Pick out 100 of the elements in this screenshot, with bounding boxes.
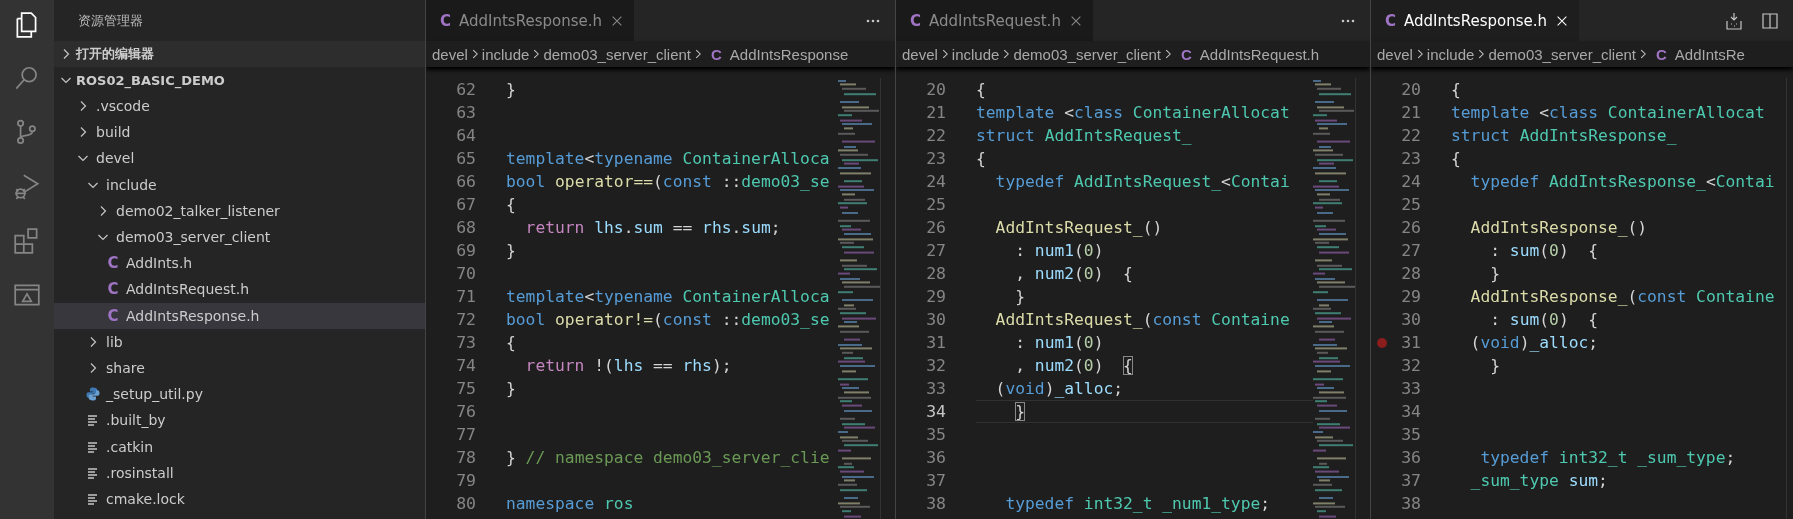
section-header[interactable]: 打开的编辑器 xyxy=(54,41,425,67)
line-number: 34 xyxy=(925,402,946,421)
line-number: 34 xyxy=(1400,402,1421,421)
line-number: 23 xyxy=(1400,149,1421,168)
code-line: } xyxy=(506,379,516,398)
tree-item[interactable]: devel xyxy=(54,145,425,172)
breadcrumb-item[interactable]: demo03_server_client xyxy=(543,45,691,63)
code-line: : num1(0) xyxy=(1014,333,1104,352)
run-debug-icon[interactable] xyxy=(12,172,42,202)
line-number: 36 xyxy=(925,448,946,467)
line-number: 31 xyxy=(925,333,946,352)
line-number: 66 xyxy=(455,172,476,191)
breadcrumb-item[interactable]: devel xyxy=(432,45,468,63)
tree-item[interactable]: .vscode xyxy=(54,93,425,120)
line-number: 29 xyxy=(925,287,946,306)
code-line: AddIntsResponse_(const Containe xyxy=(1469,287,1775,306)
line-number: 23 xyxy=(925,149,946,168)
python-icon xyxy=(85,386,101,403)
editor-tab[interactable]: C AddIntsResponse.h xyxy=(1371,0,1579,41)
line-number: 77 xyxy=(455,425,476,444)
tree-item[interactable]: .rosinstall xyxy=(54,459,425,486)
code-line: typedef int32_t _sum_type; xyxy=(1479,448,1736,467)
line-number: 21 xyxy=(1400,103,1421,122)
line-number: 79 xyxy=(455,471,476,490)
sidebar-title: 资源管理器 xyxy=(78,11,143,30)
breadcrumb-item[interactable]: include xyxy=(1426,45,1475,63)
c-file-icon: C xyxy=(107,306,119,325)
code-line: typedef AddIntsRequest_<Contai xyxy=(994,172,1290,191)
line-number: 27 xyxy=(925,241,946,260)
editor-tab[interactable]: C AddIntsRequest.h xyxy=(896,0,1093,41)
split-editor-icon[interactable] xyxy=(1761,11,1779,30)
breadcrumb-item[interactable]: devel xyxy=(902,45,938,63)
c-file-icon: C xyxy=(1656,45,1667,63)
code-line: : num1(0) xyxy=(1014,241,1104,260)
breadcrumb-item[interactable]: demo03_server_client xyxy=(1013,45,1161,63)
breadcrumb-item[interactable]: include xyxy=(951,45,1000,63)
tree-item[interactable]: lib xyxy=(54,328,425,355)
line-number: 64 xyxy=(455,126,476,145)
editor-tab[interactable]: C AddIntsResponse.h xyxy=(426,0,634,41)
line-number: 35 xyxy=(1400,425,1421,444)
tree-item[interactable]: include xyxy=(54,171,425,198)
code-line: { xyxy=(506,333,516,352)
code-line: : sum(0) { xyxy=(1489,241,1599,260)
line-number: 75 xyxy=(455,379,476,398)
tree-item[interactable]: demo02_talker_listener xyxy=(54,197,425,224)
line-number: 68 xyxy=(455,218,476,237)
code-line: template <class ContainerAllocat xyxy=(1451,103,1765,122)
breadcrumb-item[interactable]: demo03_server_client xyxy=(1488,45,1636,63)
line-number: 74 xyxy=(455,356,476,375)
line-number: 26 xyxy=(1400,218,1421,237)
code-line: template<typename ContainerAlloca xyxy=(506,149,830,168)
tree-item[interactable]: demo03_server_client xyxy=(54,223,425,251)
line-number: 37 xyxy=(925,471,946,490)
breadcrumb-item[interactable]: include xyxy=(481,45,530,63)
code-line: , num2(0) { xyxy=(1014,264,1133,283)
tree-item[interactable]: C AddIntsResponse.h xyxy=(54,302,425,329)
line-number: 38 xyxy=(925,494,946,513)
code-line: { xyxy=(976,80,986,99)
code-line: typedef int32_t _num1_type; xyxy=(1004,494,1271,513)
tree-item[interactable]: build xyxy=(54,119,425,146)
line-number: 38 xyxy=(1400,494,1421,513)
tree-item[interactable]: share xyxy=(54,354,425,382)
tree-item[interactable]: C AddIntsRequest.h xyxy=(54,276,425,303)
line-number: 20 xyxy=(1400,80,1421,99)
breadcrumb-item[interactable]: AddIntsResponse xyxy=(729,45,849,63)
line-number: 25 xyxy=(925,195,946,214)
c-file-icon: C xyxy=(711,45,722,63)
code-line: } xyxy=(506,80,516,99)
breadcrumb-item[interactable]: AddIntsRequest.h xyxy=(1199,45,1320,63)
line-number: 73 xyxy=(455,333,476,352)
tree-item[interactable]: cmake.lock xyxy=(54,485,425,512)
code-line: AddIntsRequest_(const Containe xyxy=(994,310,1290,329)
tray-arrow-icon[interactable] xyxy=(1725,11,1743,30)
line-number: 22 xyxy=(1400,126,1421,145)
code-line: _sum_type sum; xyxy=(1469,471,1608,490)
code-line: (void)_alloc; xyxy=(994,379,1124,398)
line-number: 72 xyxy=(455,310,476,329)
code-line: AddIntsRequest_() xyxy=(994,218,1163,237)
code-line: return !(lhs == rhs); xyxy=(524,356,732,375)
breadcrumb-item[interactable]: devel xyxy=(1377,45,1413,63)
line-number: 62 xyxy=(455,80,476,99)
line-number: 78 xyxy=(455,448,476,467)
code-line: : sum(0) { xyxy=(1489,310,1599,329)
code-line: bool operator!=(const ::demo03_se xyxy=(506,310,830,329)
code-line: template <class ContainerAllocat xyxy=(976,103,1290,122)
line-number: 22 xyxy=(925,126,946,145)
breadcrumb-item[interactable]: AddIntsRe xyxy=(1674,45,1745,63)
tree-item[interactable]: C AddInts.h xyxy=(54,250,425,277)
code-line: namespace ros xyxy=(506,494,634,513)
tree-item[interactable]: .built_by xyxy=(54,407,425,434)
tree-item[interactable]: _setup_util.py xyxy=(54,381,425,408)
line-number: 25 xyxy=(1400,195,1421,214)
line-number: 30 xyxy=(925,310,946,329)
line-number: 36 xyxy=(1400,448,1421,467)
line-number: 76 xyxy=(455,402,476,421)
code-line: { xyxy=(506,195,516,214)
tree-item[interactable]: .catkin xyxy=(54,433,425,460)
code-line: , num2(0) { xyxy=(1014,356,1133,375)
line-number: 69 xyxy=(455,241,476,260)
code-line: AddIntsResponse_() xyxy=(1469,218,1648,237)
